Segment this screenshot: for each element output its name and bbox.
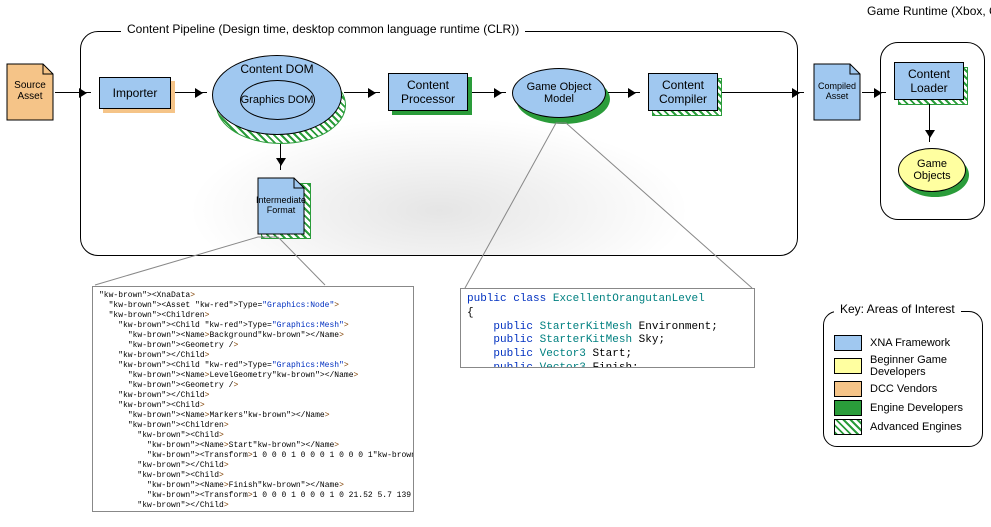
arrow-1 [55, 92, 91, 93]
content-dom-ellipse: Content DOM Graphics DOM [212, 55, 342, 135]
intermediate-format-doc: Intermediate Format [256, 176, 306, 236]
content-compiler-box: Content Compiler [648, 73, 718, 111]
compiled-asset-doc: Compiled Asset [812, 62, 862, 122]
importer-label: Importer [113, 86, 158, 100]
graphics-dom-ellipse: Graphics DOM [240, 80, 315, 120]
legend-item: Advanced Engines [834, 419, 972, 435]
legend-item: XNA Framework [834, 335, 972, 351]
graphics-dom-label: Graphics DOM [241, 94, 314, 106]
callout-xml [90, 235, 330, 290]
arrow-2 [175, 92, 207, 93]
arrow-6 [722, 92, 804, 93]
arrow-4 [472, 92, 506, 93]
game-object-model-label: Game Object Model [513, 81, 605, 105]
legend-item: DCC Vendors [834, 381, 972, 397]
source-asset-label: Source Asset [5, 80, 55, 102]
legend-item: Engine Developers [834, 400, 972, 416]
legend-label: XNA Framework [870, 337, 950, 349]
game-object-model-ellipse: Game Object Model [512, 68, 606, 118]
legend-label: Advanced Engines [870, 421, 962, 433]
game-runtime-title: Game Runtime (Xbox, Compact Framework) [861, 5, 991, 19]
content-loader-box: Content Loader [894, 62, 964, 100]
arrow-dom-down [280, 144, 281, 170]
arrow-3 [344, 92, 380, 93]
legend-label: Beginner Game Developers [870, 354, 972, 378]
content-dom-label: Content DOM [240, 62, 313, 76]
source-asset-doc: Source Asset [5, 62, 55, 122]
arrow-7 [862, 92, 886, 93]
game-objects-label: Game Objects [899, 158, 965, 182]
legend-label: DCC Vendors [870, 383, 937, 395]
legend-title: Key: Areas of Interest [834, 302, 961, 316]
content-processor-label: Content Processor [395, 78, 461, 106]
legend-swatch [834, 381, 862, 397]
content-pipeline-title: Content Pipeline (Design time, desktop c… [121, 22, 525, 36]
legend-swatch [834, 335, 862, 351]
legend-item: Beginner Game Developers [834, 354, 972, 378]
xml-code-box: "kw-brown"><XnaData> "kw-brown"><Asset "… [92, 286, 414, 512]
content-processor-box: Content Processor [388, 73, 468, 111]
legend-swatch [834, 419, 862, 435]
content-loader-label: Content Loader [901, 67, 957, 95]
legend-label: Engine Developers [870, 402, 963, 414]
arrow-loader-down [929, 104, 930, 142]
callout-cs [460, 120, 760, 292]
arrow-5 [608, 92, 640, 93]
legend-swatch [834, 400, 862, 416]
cs-code-box: public class ExcellentOrangutanLevel { p… [460, 288, 755, 368]
importer-box: Importer [99, 77, 171, 109]
compiled-asset-label: Compiled Asset [812, 82, 862, 102]
legend-group: Key: Areas of Interest XNA FrameworkBegi… [823, 311, 983, 447]
content-compiler-label: Content Compiler [655, 78, 711, 106]
intermediate-format-label: Intermediate Format [256, 196, 306, 216]
game-objects-ellipse: Game Objects [898, 148, 966, 192]
legend-swatch [834, 358, 862, 374]
